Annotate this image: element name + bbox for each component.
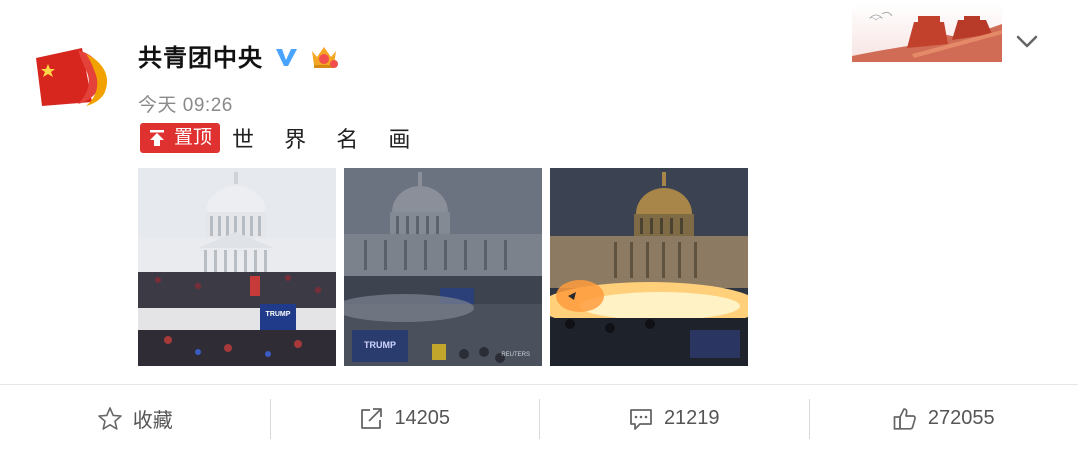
pin-icon (142, 125, 172, 151)
author-row: 共青团中央 (138, 38, 339, 73)
pinned-badge: 置顶 (140, 123, 221, 153)
capitol-explosion-photo[interactable] (550, 168, 748, 366)
pinned-label: 置顶 (172, 125, 219, 151)
capitol-smoke-photo[interactable]: TRUMP REUTERS (344, 168, 542, 366)
post-timestamp[interactable]: 今天 09:26 (138, 90, 233, 117)
author-name[interactable]: 共青团中央 (138, 38, 263, 73)
great-wall-banner (852, 4, 1002, 62)
share-icon (361, 407, 383, 429)
chevron-down-icon[interactable] (1012, 26, 1042, 56)
comment-icon (630, 408, 652, 430)
weibo-post-card: 共青团中央 今天 09:26 置顶 世 界 名 画 TRUMP TRUMP RE… (0, 0, 1078, 452)
photo-grid: TRUMP TRUMP REUTERS (138, 168, 748, 366)
post-text: 世 界 名 画 (232, 127, 423, 152)
capitol-crowd-photo[interactable]: TRUMP (138, 168, 336, 366)
verified-icon (273, 42, 299, 69)
reuters-watermark: REUTERS (501, 352, 530, 358)
like-count: 272055 (927, 407, 995, 429)
like-button[interactable]: 272055 (808, 385, 1078, 452)
post-content-row: 置顶 世 界 名 画 (140, 122, 422, 154)
action-bar: 收藏 14205 21219 272055 (0, 385, 1078, 452)
comment-button[interactable]: 21219 (539, 385, 809, 452)
star-icon (97, 406, 122, 430)
thumbs-up-icon (893, 407, 916, 430)
repost-button[interactable]: 14205 (269, 385, 540, 452)
crown-icon[interactable] (309, 41, 339, 71)
avatar[interactable] (34, 40, 114, 110)
trump-sign-text: TRUMP (364, 340, 396, 350)
trump-banner-text: TRUMP (266, 311, 291, 318)
favorite-label: 收藏 (132, 410, 173, 432)
repost-count: 14205 (394, 407, 451, 429)
favorite-button[interactable]: 收藏 (0, 385, 270, 452)
comment-count: 21219 (663, 407, 720, 429)
